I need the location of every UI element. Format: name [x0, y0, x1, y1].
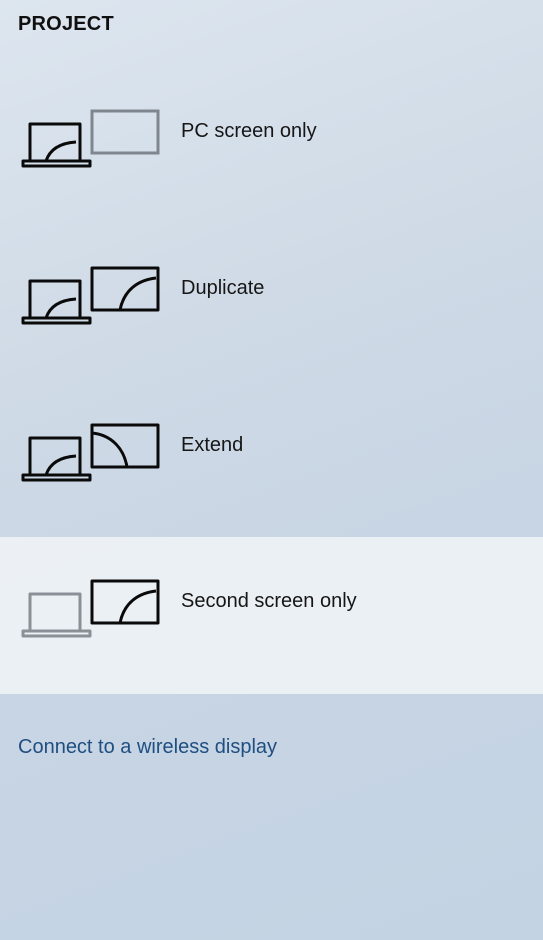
second-screen-only-icon — [20, 579, 162, 643]
option-label: Extend — [181, 434, 244, 456]
panel-title: PROJECT — [18, 13, 114, 35]
option-label: PC screen only — [181, 120, 317, 142]
duplicate-icon — [20, 266, 162, 330]
connect-wireless-display-link[interactable]: Connect to a wireless display — [18, 736, 277, 759]
option-extend[interactable]: Extend — [0, 381, 543, 538]
option-pc-screen-only[interactable]: PC screen only — [0, 67, 543, 224]
option-label: Second screen only — [181, 590, 357, 612]
extend-icon — [20, 423, 162, 487]
option-label: Duplicate — [181, 277, 265, 299]
option-duplicate[interactable]: Duplicate — [0, 224, 543, 381]
pc-screen-only-icon — [20, 109, 162, 173]
option-second-screen-only[interactable]: Second screen only — [0, 537, 543, 694]
project-panel: PROJECT PC screen only Duplicate Extend … — [0, 0, 543, 940]
